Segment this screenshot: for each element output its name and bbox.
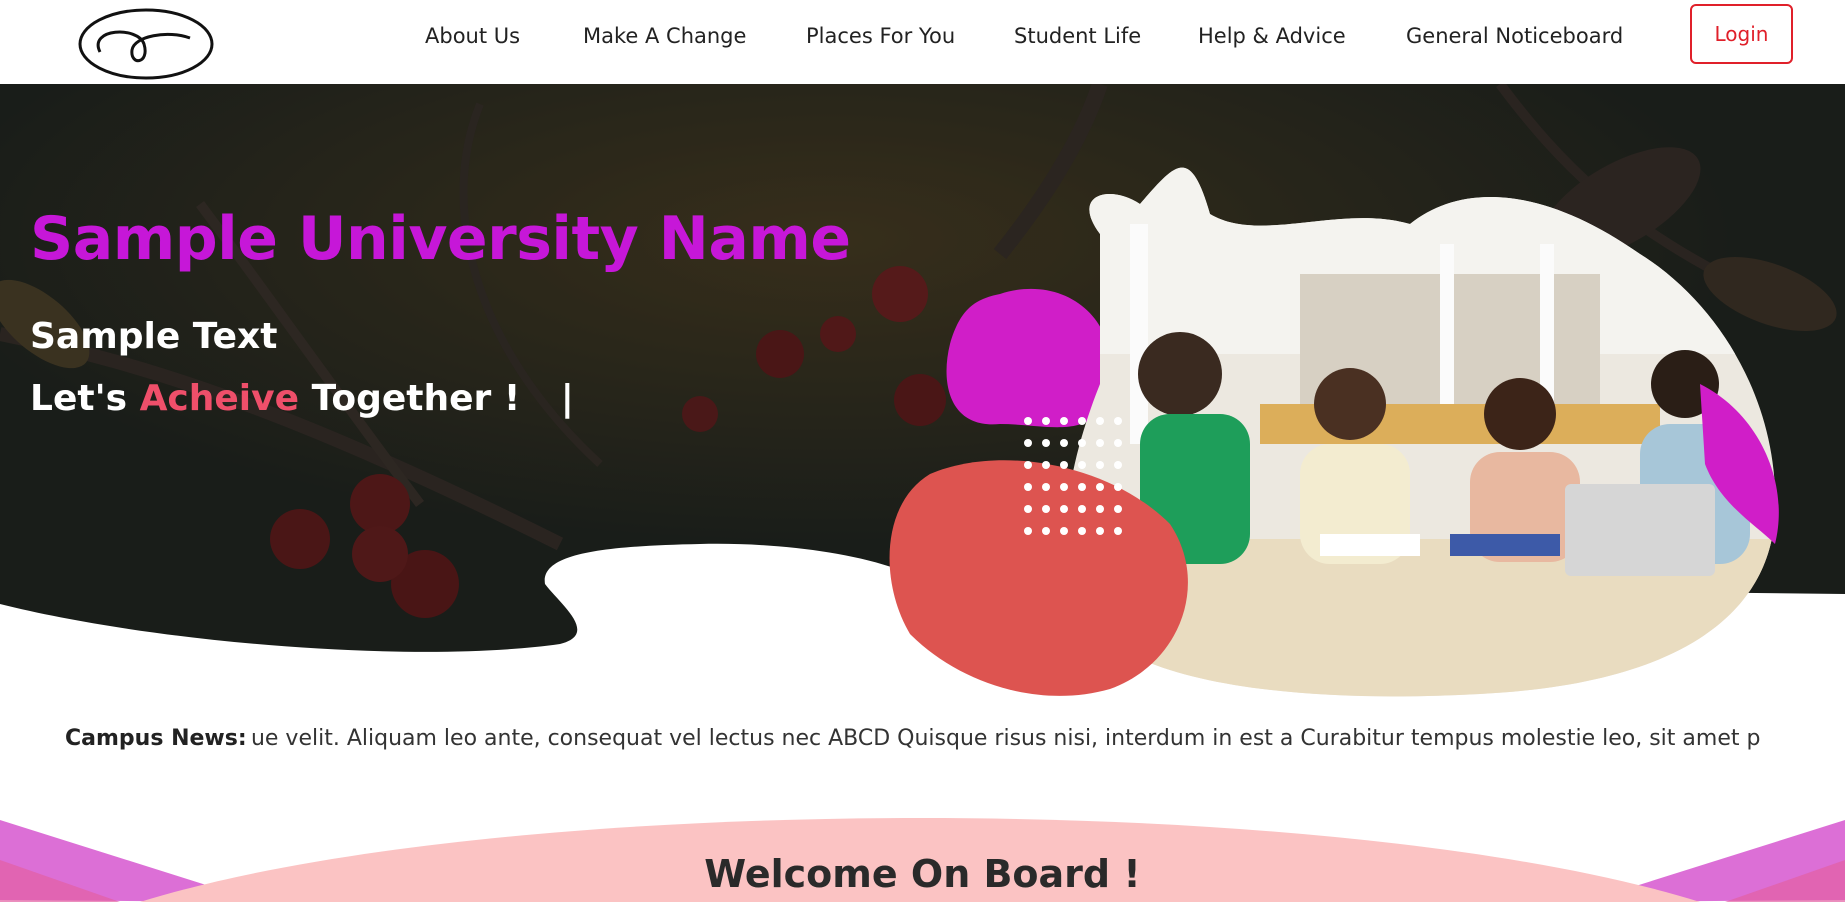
hero-subtitle: Sample Text [30,316,278,357]
typing-cursor: | [560,378,574,419]
nav-help-advice[interactable]: Help & Advice [1198,24,1346,48]
welcome-title: Welcome On Board ! [704,852,1141,896]
tagline-accent: Acheive [139,378,300,419]
nav-about-us[interactable]: About Us [425,24,520,48]
news-text[interactable]: que velit. Aliquam leo ante, consequat v… [237,726,1760,751]
navbar: About Us Make A Change Places For You St… [0,0,1845,84]
tagline-end: Together ! [311,378,521,419]
university-title: Sample University Name [30,204,851,274]
hero-section: Sample University Name Sample Text Let's… [0,84,1845,704]
news-label: Campus News: [65,726,249,751]
main-nav: About Us Make A Change Places For You St… [0,0,1845,80]
hero-tagline: Let's Acheive Together ! | [30,378,574,419]
nav-general-noticeboard[interactable]: General Noticeboard [1406,24,1623,48]
login-button[interactable]: Login [1690,4,1793,64]
nav-places-for-you[interactable]: Places For You [806,24,955,48]
nav-student-life[interactable]: Student Life [1014,24,1141,48]
nav-make-a-change[interactable]: Make A Change [583,24,746,48]
campus-news-ticker: Campus News: que velit. Aliquam leo ante… [65,726,1790,756]
tagline-start: Let's [30,378,128,419]
